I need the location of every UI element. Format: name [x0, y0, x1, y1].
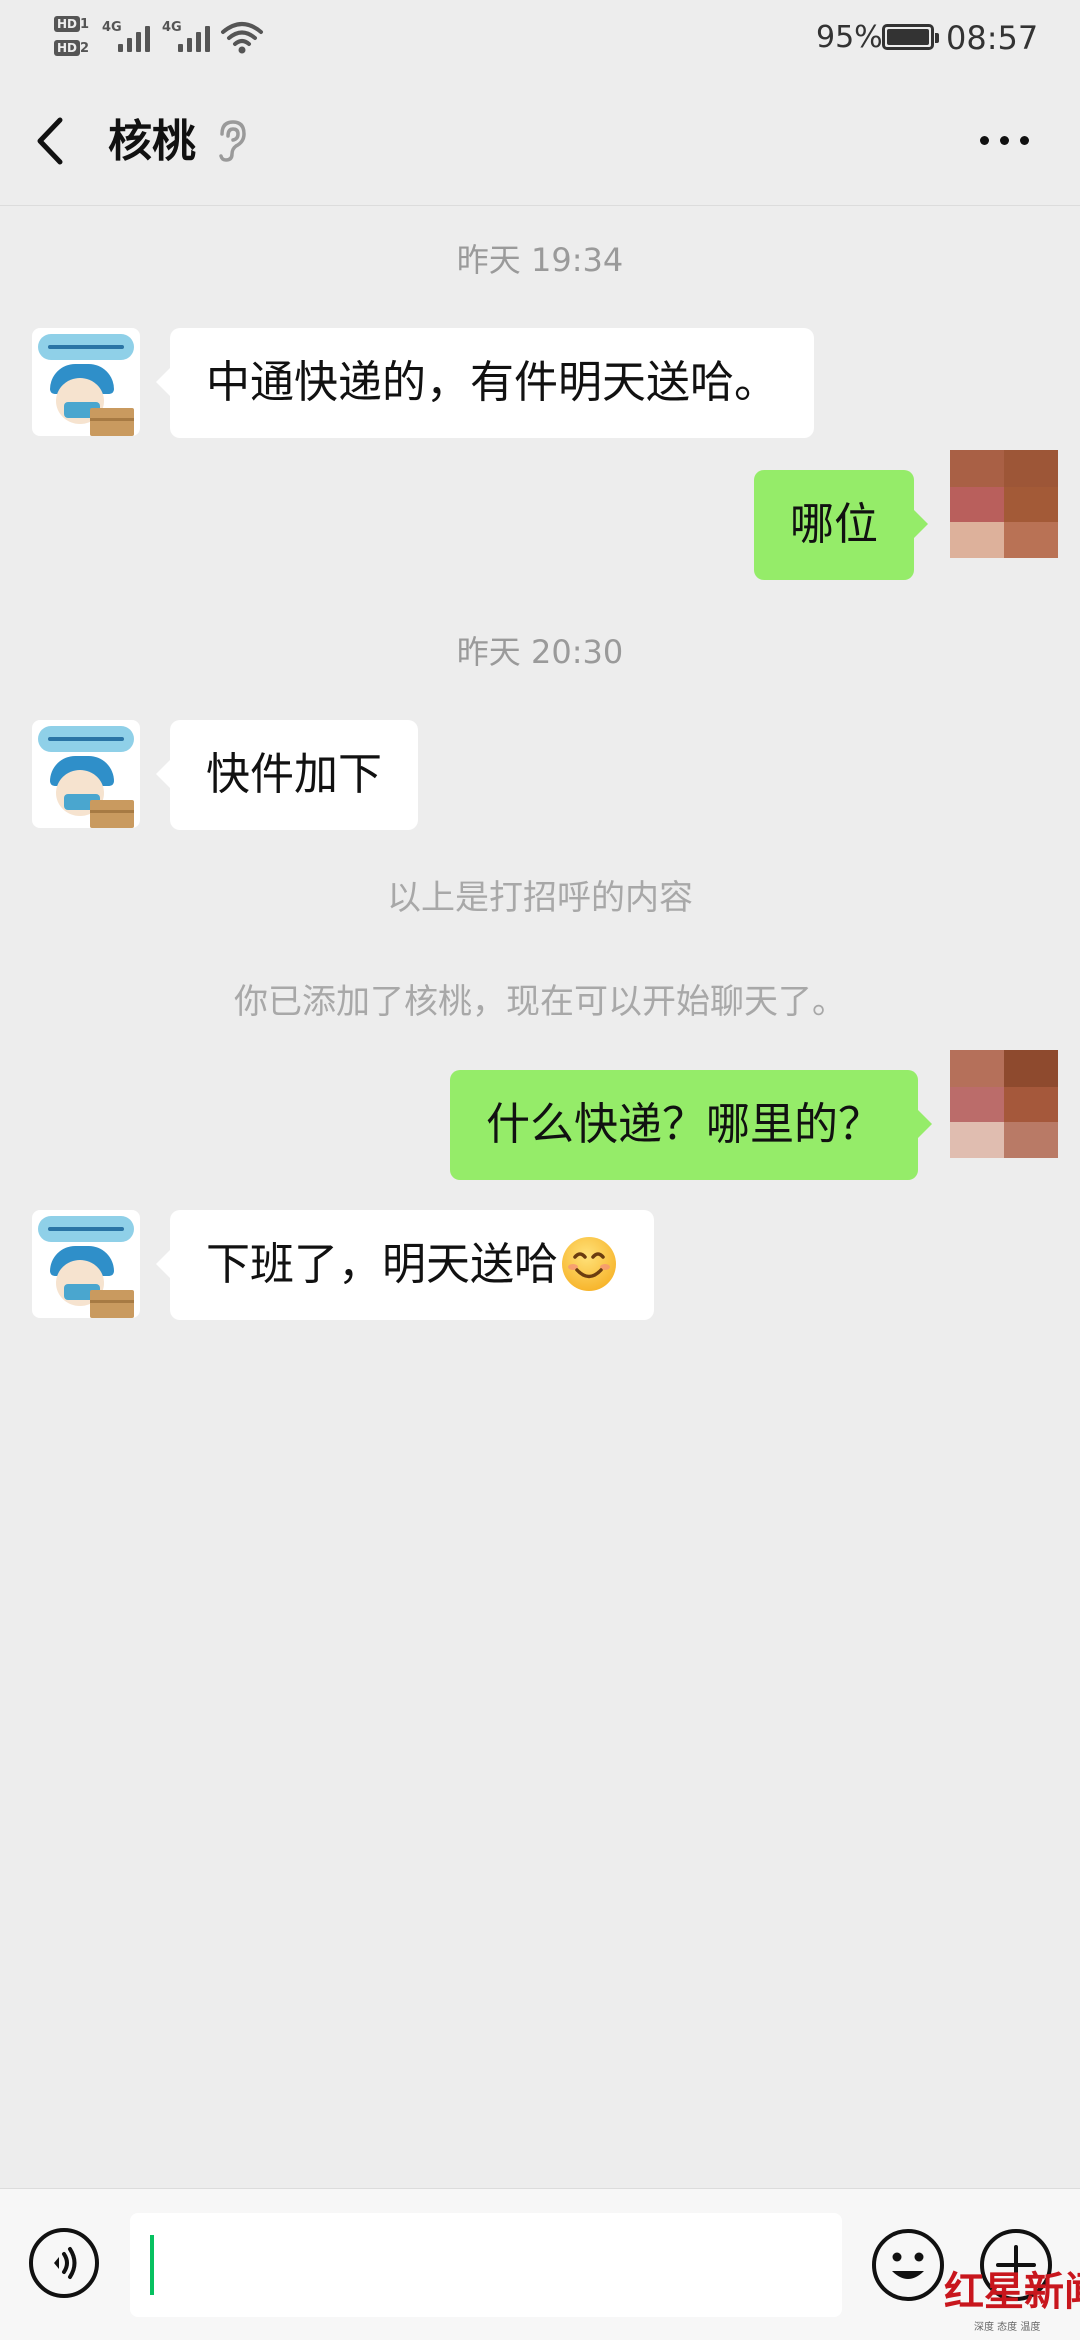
incoming-message-bubble[interactable]: 下班了，明天送哈	[156, 1210, 654, 1320]
message-input[interactable]	[130, 2213, 842, 2317]
more-icon-dot	[1020, 136, 1029, 145]
hd1-indicator: HD 1	[54, 16, 94, 33]
more-icon	[980, 136, 989, 145]
voice-icon	[29, 2228, 99, 2298]
emoji-button[interactable]	[870, 2227, 946, 2303]
battery-percentage: 95%	[816, 20, 883, 55]
ear-icon	[219, 120, 246, 162]
more-button[interactable]	[970, 116, 1040, 166]
signal-icon	[118, 22, 150, 52]
timestamp: 昨天 19:34	[456, 241, 624, 279]
wifi-icon	[221, 22, 263, 54]
avatar-package	[90, 1290, 134, 1318]
outgoing-message-bubble[interactable]: 什么快递？哪里的？	[450, 1070, 932, 1180]
contact-avatar[interactable]	[32, 1210, 140, 1318]
incoming-message-bubble[interactable]: 中通快递的，有件明天送哈。	[156, 328, 814, 438]
avatar-package	[90, 800, 134, 828]
input-bar	[0, 2188, 1080, 2340]
outgoing-message-bubble[interactable]: 哪位	[754, 470, 928, 580]
signal-icon	[178, 22, 210, 52]
message-text: 下班了，明天送哈	[206, 1239, 558, 1290]
more-icon-dot	[1000, 136, 1009, 145]
watermark-logo: 红星新闻	[944, 2268, 1080, 2315]
incoming-message-bubble[interactable]: 快件加下	[156, 720, 418, 830]
timestamp: 昨天 20:30	[456, 633, 624, 671]
clock: 08:57	[946, 19, 1039, 57]
news-watermark: 红星新闻 深度 态度 温度	[944, 2266, 1080, 2336]
avatar-banner	[38, 726, 134, 752]
text-cursor	[150, 2235, 154, 2295]
hd-indicators: HD 1 HD 2	[54, 16, 94, 64]
chat-header: 核桃	[0, 76, 1080, 206]
contact-avatar[interactable]	[32, 720, 140, 828]
chat-title: 核桃	[108, 116, 196, 167]
watermark-tagline: 深度 态度 温度	[974, 2322, 1041, 2333]
smile-emoji-icon	[562, 1237, 616, 1291]
avatar-package	[90, 408, 134, 436]
avatar-banner	[38, 1216, 134, 1242]
contact-avatar[interactable]	[32, 328, 140, 436]
system-notice: 你已添加了核桃，现在可以开始聊天了。	[234, 982, 846, 1022]
system-notice: 以上是打招呼的内容	[387, 878, 693, 918]
battery-icon	[882, 24, 939, 50]
user-avatar[interactable]	[950, 1050, 1058, 1158]
hd2-indicator: HD 2	[54, 40, 94, 57]
user-avatar[interactable]	[950, 450, 1058, 558]
emoji-icon	[872, 2229, 944, 2301]
back-icon	[37, 117, 63, 165]
status-bar: HD 1 HD 2 4G 4G 95% 08:57	[0, 0, 1080, 76]
back-button[interactable]	[22, 106, 86, 176]
avatar-banner	[38, 334, 134, 360]
voice-button[interactable]	[28, 2227, 100, 2299]
